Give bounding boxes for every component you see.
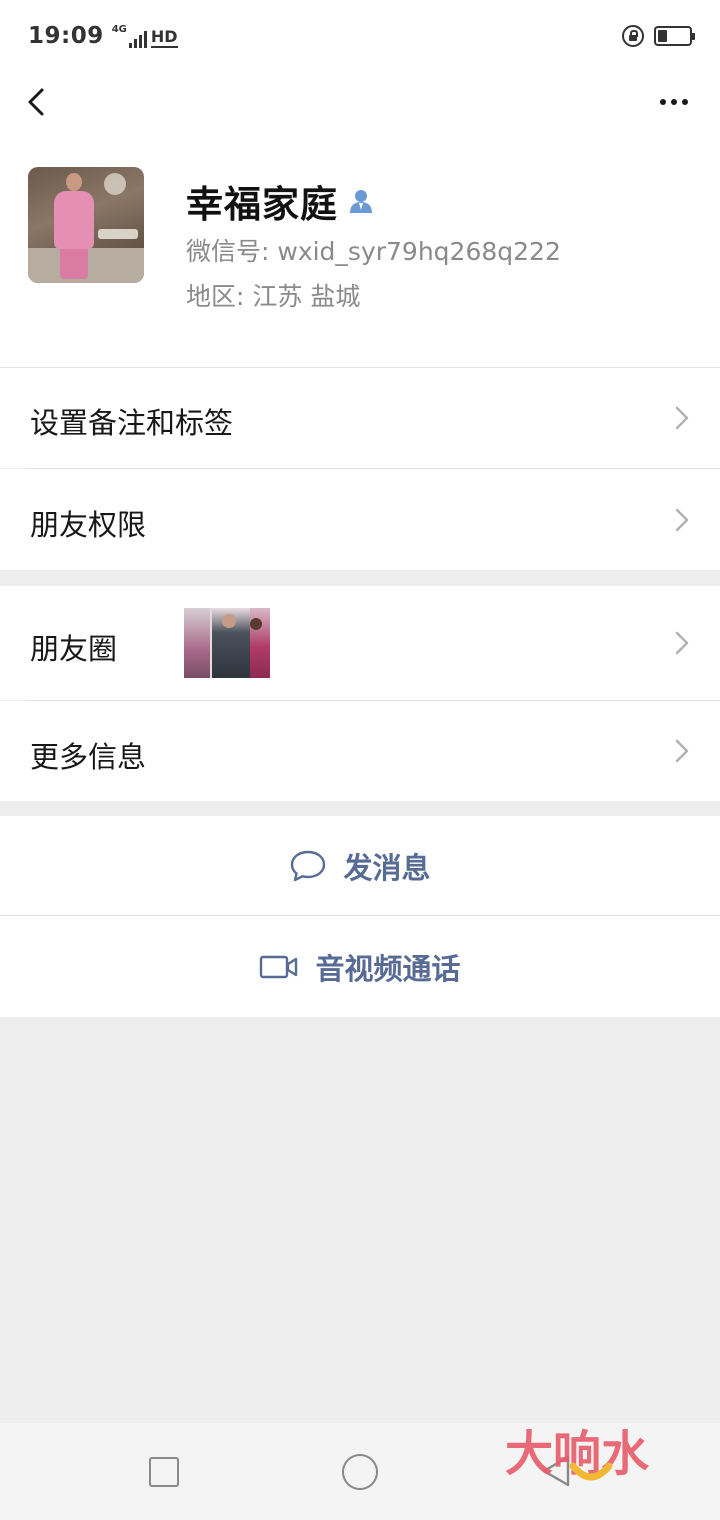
hd-voice-label: HD bbox=[150, 27, 178, 48]
chevron-left-icon bbox=[28, 88, 44, 116]
chat-bubble-icon bbox=[291, 850, 326, 881]
send-message-button[interactable]: 发消息 bbox=[0, 816, 720, 915]
video-camera-icon bbox=[260, 955, 298, 978]
moments-thumbnail bbox=[184, 608, 270, 678]
battery-icon bbox=[654, 26, 695, 46]
status-right bbox=[622, 25, 695, 47]
signal-indicator: 4G HD bbox=[112, 24, 178, 48]
nav-bar bbox=[0, 72, 720, 134]
more-dots-icon bbox=[660, 99, 666, 105]
cell-moments-label: 朋友圈 bbox=[30, 632, 118, 666]
network-type-label: 4G bbox=[111, 24, 127, 35]
video-call-label: 音视频通话 bbox=[315, 951, 461, 986]
chevron-right-icon bbox=[675, 406, 689, 430]
wechat-id: 微信号: wxid_syr79hq268q222 bbox=[186, 237, 561, 266]
cell-more-info[interactable]: 更多信息 bbox=[0, 701, 720, 801]
cell-moments[interactable]: 朋友圈 bbox=[0, 586, 720, 700]
contact-profile-screen: 19:09 4G HD 幸福家庭 微信号: wxid_syr79hq268q22… bbox=[0, 0, 720, 1520]
cell-friend-permissions[interactable]: 朋友权限 bbox=[0, 469, 720, 570]
signal-bars-icon bbox=[128, 30, 147, 48]
chevron-right-icon bbox=[675, 508, 689, 532]
avatar[interactable] bbox=[28, 167, 144, 283]
profile-name: 幸福家庭 bbox=[186, 183, 338, 226]
more-options-button[interactable] bbox=[652, 82, 696, 122]
cell-remark-tags-label: 设置备注和标签 bbox=[30, 406, 234, 440]
watermark-logo: 大响水 bbox=[505, 1426, 650, 1482]
back-button[interactable] bbox=[18, 78, 58, 126]
recent-apps-button[interactable] bbox=[149, 1457, 179, 1487]
video-call-button[interactable]: 音视频通话 bbox=[0, 916, 720, 1017]
battery-level bbox=[658, 30, 667, 42]
cell-friend-permissions-label: 朋友权限 bbox=[30, 508, 147, 542]
home-button[interactable] bbox=[342, 1454, 378, 1490]
chevron-right-icon bbox=[675, 631, 689, 655]
status-time: 19:09 bbox=[28, 23, 104, 49]
profile-region: 地区: 江苏 盐城 bbox=[186, 282, 361, 311]
cell-more-info-label: 更多信息 bbox=[30, 740, 147, 774]
cell-remark-tags[interactable]: 设置备注和标签 bbox=[0, 368, 720, 468]
send-message-label: 发消息 bbox=[343, 850, 431, 885]
profile-name-row: 幸福家庭 bbox=[186, 174, 374, 228]
profile-header: 幸福家庭 微信号: wxid_syr79hq268q222 地区: 江苏 盐城 bbox=[0, 134, 720, 367]
contact-person-icon bbox=[350, 190, 372, 213]
status-bar: 19:09 4G HD bbox=[0, 0, 720, 72]
chevron-right-icon bbox=[675, 739, 689, 763]
rotation-lock-icon bbox=[622, 25, 644, 47]
